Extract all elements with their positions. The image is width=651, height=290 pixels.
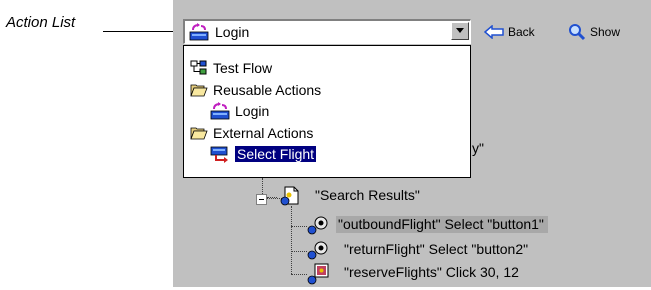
dropdown-item-label: Select Flight	[233, 144, 318, 163]
dropdown-item-select-flight[interactable]: Select Flight	[210, 143, 318, 164]
show-button[interactable]: Show	[568, 22, 620, 42]
back-label: Back	[508, 25, 535, 39]
folder-open-icon	[190, 127, 208, 139]
action-icon	[189, 23, 209, 41]
chevron-down-icon	[456, 28, 464, 33]
callout-label: Action List	[6, 14, 76, 31]
collapse-icon[interactable]	[256, 192, 267, 210]
action-list-dropdown: Test Flow Reusable Actions Login Externa…	[183, 45, 471, 178]
dropdown-arrow-button[interactable]	[451, 22, 469, 40]
dropdown-item-label: External Actions	[213, 124, 314, 141]
tree-partial-text: y"	[472, 140, 484, 156]
radio-object-icon	[307, 215, 329, 240]
dropdown-item-login[interactable]: Login	[210, 100, 269, 121]
back-button[interactable]: Back	[484, 22, 535, 42]
tree-item-outbound-flight[interactable]: "outboundFlight" Select "button1"	[336, 216, 548, 233]
back-arrow-icon	[484, 25, 504, 39]
test-flow-icon	[190, 60, 207, 74]
tree-item-reserve-flights[interactable]: "reserveFlights" Click 30, 12	[344, 264, 519, 280]
dropdown-item-external-actions[interactable]: External Actions	[190, 122, 313, 143]
dropdown-item-reusable-actions[interactable]: Reusable Actions	[190, 79, 321, 100]
action-list-combo[interactable]: Login	[183, 19, 471, 44]
dropdown-item-test-flow[interactable]: Test Flow	[190, 57, 272, 78]
show-label: Show	[590, 25, 621, 39]
radio-object-icon	[307, 240, 329, 265]
callout-line	[103, 31, 183, 32]
tree-item-return-flight[interactable]: "returnFlight" Select "button2"	[344, 241, 528, 257]
external-action-icon	[210, 146, 228, 163]
action-list-value: Login	[215, 24, 250, 40]
action-icon	[210, 101, 230, 119]
tree-item-search-results[interactable]: "Search Results"	[315, 187, 420, 203]
image-object-icon	[307, 263, 329, 290]
page-icon	[279, 186, 301, 211]
magnifier-icon	[569, 24, 586, 41]
dropdown-item-label: Test Flow	[213, 59, 273, 76]
dropdown-item-label: Login	[235, 102, 270, 119]
folder-open-icon	[190, 84, 208, 96]
dropdown-item-label: Reusable Actions	[213, 81, 322, 98]
